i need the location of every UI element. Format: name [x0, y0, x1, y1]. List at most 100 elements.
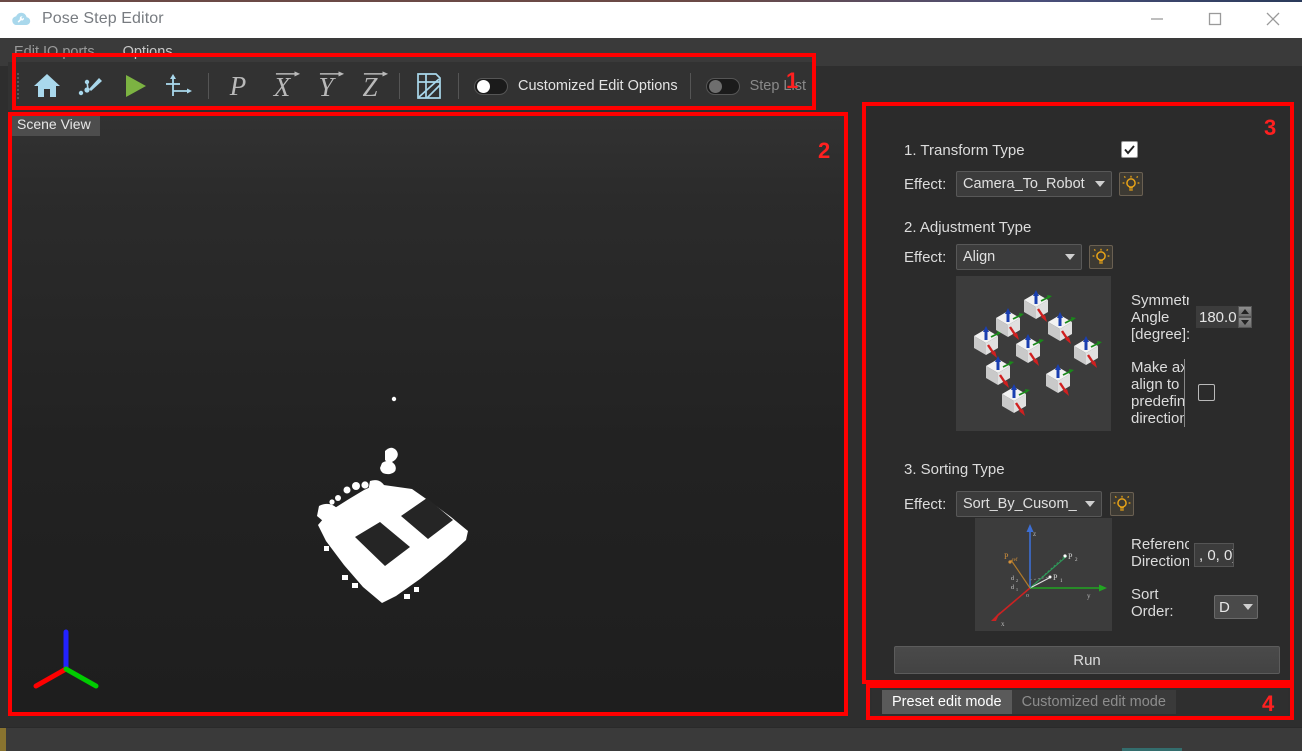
svg-text:ref: ref [1012, 558, 1018, 563]
sorting-type-title: 3. Sorting Type [904, 461, 1005, 478]
svg-text:y: y [1087, 592, 1091, 600]
svg-text:d: d [1011, 576, 1014, 582]
x-vector-icon[interactable]: X [260, 64, 304, 108]
reference-direction-line1: Referenc [1131, 536, 1189, 553]
sort-order-value: D [1219, 598, 1230, 616]
make-axis-align-line1: Make ax [1131, 359, 1184, 376]
annotation-number-2: 2 [818, 138, 831, 163]
chevron-down-icon [1095, 181, 1105, 187]
transform-effect-combo[interactable]: Camera_To_Robot [956, 171, 1112, 197]
annotation-number-3: 3 [1264, 115, 1277, 140]
adjustment-effect-combo[interactable]: Align [956, 244, 1082, 270]
svg-text:1: 1 [1016, 587, 1018, 592]
make-axis-align-line2: align to [1131, 376, 1180, 393]
grid-diagonal-icon[interactable] [407, 64, 451, 108]
reference-direction-line2: Direction [1131, 553, 1189, 570]
point-cloud-render [317, 396, 468, 603]
menu-item-options[interactable]: Options [123, 44, 173, 60]
symmetry-angle-label-line1: Symmetr [1131, 292, 1189, 309]
make-axis-align-checkbox[interactable] [1198, 384, 1215, 401]
home-icon[interactable] [25, 64, 69, 108]
svg-text:P: P [1068, 552, 1073, 561]
scene-view-label: Scene View [8, 113, 100, 136]
status-bar [0, 727, 1302, 751]
svg-text:P: P [1004, 552, 1009, 561]
sort-order-line2: Order: [1131, 603, 1174, 620]
axes-icon[interactable] [157, 64, 201, 108]
chevron-down-icon [1065, 254, 1075, 260]
axis-gizmo [33, 629, 99, 689]
vector-arrow-z [364, 71, 389, 77]
point-cloud-icon[interactable] [69, 64, 113, 108]
adjustment-type-title: 2. Adjustment Type [904, 219, 1032, 236]
sorting-effect-value: Sort_By_Cusom_ [963, 496, 1077, 512]
svg-text:2: 2 [1016, 578, 1018, 583]
make-axis-align-label: Make ax align to predefin direction [1131, 359, 1185, 427]
symmetry-angle-down-button[interactable] [1238, 317, 1252, 328]
chevron-down-icon [1243, 604, 1253, 610]
title-bar-accent [0, 0, 1302, 2]
toolbar-separator [208, 73, 209, 99]
symmetry-angle-value[interactable]: 180.0 [1196, 306, 1238, 328]
y-vector-icon[interactable]: Y [304, 64, 348, 108]
make-axis-align-line3: predefin [1131, 393, 1184, 410]
sorting-help-lightbulb-icon[interactable] [1110, 492, 1134, 516]
sort-order-line1: Sort [1131, 586, 1159, 603]
play-icon[interactable] [113, 64, 157, 108]
run-button[interactable]: Run [894, 646, 1280, 674]
right-settings-panel: 1. Transform Type Effect: Camera_To_Robo… [866, 106, 1294, 683]
symmetry-angle-spinner[interactable]: 180.0 [1196, 306, 1252, 328]
vector-arrow-y [320, 71, 345, 77]
tab-customized-edit-mode[interactable]: Customized edit mode [1011, 690, 1176, 714]
customized-edit-options-toggle[interactable]: Customized Edit Options [474, 77, 678, 95]
symmetry-angle-label-line3: [degree]: [1131, 326, 1189, 343]
sort-order-label: Sort Order: [1131, 586, 1189, 620]
window-controls [1128, 0, 1302, 38]
symmetry-angle-label-line2: Angle [1131, 309, 1170, 326]
vector-arrow-x [275, 71, 300, 77]
scene-view-panel[interactable]: Scene View [8, 113, 848, 716]
transform-type-title: 1. Transform Type [904, 142, 1025, 159]
p-letter-label: P [229, 70, 247, 101]
toolbar-drag-handle[interactable] [11, 71, 21, 101]
svg-text:o: o [1026, 593, 1029, 599]
toolbar-separator [399, 73, 400, 99]
tab-preset-edit-mode[interactable]: Preset edit mode [882, 690, 1012, 714]
edit-mode-tabs: Preset edit mode Customized edit mode [872, 688, 1288, 716]
minimize-button[interactable] [1128, 0, 1186, 38]
svg-text:z: z [1033, 530, 1036, 538]
symmetry-angle-stepper[interactable] [1238, 306, 1252, 328]
transform-type-checkbox[interactable] [1121, 141, 1138, 158]
status-bar-left-indicator [0, 728, 6, 751]
cloud-wrench-icon [12, 12, 31, 25]
make-axis-align-line4: direction [1131, 410, 1184, 427]
customized-edit-options-label: Customized Edit Options [518, 78, 678, 94]
annotation-number-4: 4 [1262, 691, 1275, 716]
reference-direction-value[interactable]: , 0, 0] [1194, 543, 1234, 567]
adjustment-help-lightbulb-icon[interactable] [1089, 245, 1113, 269]
transform-help-lightbulb-icon[interactable] [1119, 172, 1143, 196]
align-cubes-preview [956, 276, 1111, 431]
annotation-number-1: 1 [786, 68, 799, 93]
adjustment-effect-value: Align [963, 249, 996, 265]
z-vector-icon[interactable]: Z [348, 64, 392, 108]
symmetry-angle-label: Symmetr Angle [degree]: [1131, 292, 1189, 343]
menu-item-edit-io-ports[interactable]: Edit IO ports [14, 44, 95, 60]
toggle-switch-customized[interactable] [474, 77, 508, 95]
toggle-switch-step-list[interactable] [705, 77, 740, 95]
sorting-effect-label: Effect: [904, 496, 947, 513]
window-title: Pose Step Editor [42, 10, 164, 27]
svg-text:d: d [1011, 585, 1014, 591]
sorting-effect-combo[interactable]: Sort_By_Cusom_ [956, 491, 1102, 517]
chevron-down-icon [1085, 501, 1095, 507]
transform-effect-value: Camera_To_Robot [963, 176, 1085, 192]
p-letter-icon[interactable]: P [216, 64, 260, 108]
sort-order-combo[interactable]: D [1214, 595, 1258, 619]
symmetry-angle-up-button[interactable] [1238, 306, 1252, 317]
maximize-button[interactable] [1186, 0, 1244, 38]
application-window: Pose Step Editor Edit IO ports Options P… [0, 0, 1302, 751]
main-toolbar: P X Y Z Customized Edit Options Step Lis… [8, 62, 814, 110]
close-button[interactable] [1244, 0, 1302, 38]
svg-text:P: P [1053, 573, 1058, 582]
title-bar: Pose Step Editor [0, 0, 1302, 38]
